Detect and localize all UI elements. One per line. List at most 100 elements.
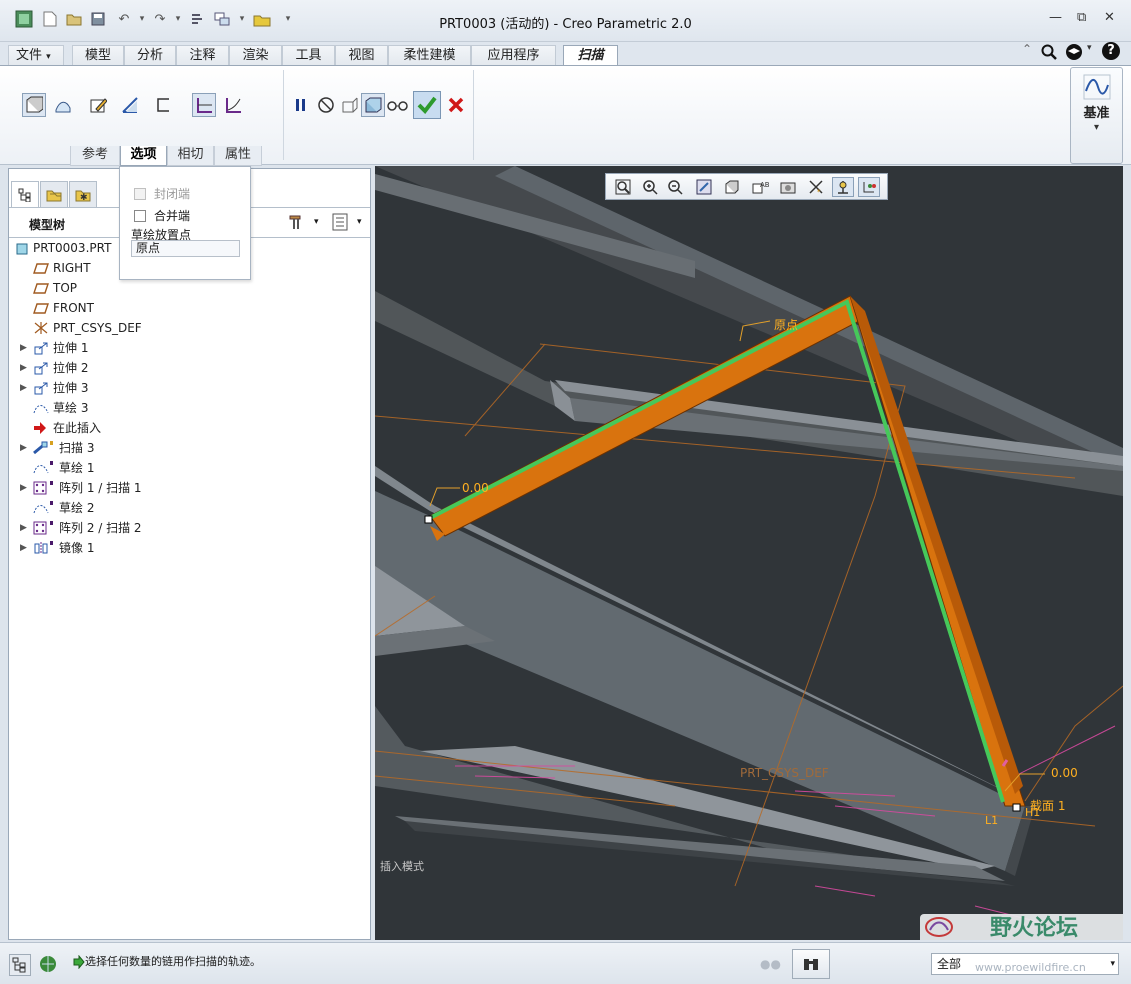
minimize-button[interactable]: —	[1049, 10, 1062, 25]
tab-sweep[interactable]: 扫描	[563, 45, 618, 67]
sketch-placement-field[interactable]: 原点	[131, 240, 240, 257]
ribbon-tab-bar: 文件 ▾ 模型 分析 注释 渲染 工具 视图 柔性建模 应用程序 扫描 ⌃ ▾ …	[0, 42, 1131, 67]
tree-item[interactable]: 草绘 2	[9, 498, 370, 518]
svg-text:✱: ✱	[80, 193, 88, 202]
no-preview-icon[interactable]	[314, 93, 338, 117]
tab-flexible-modeling[interactable]: 柔性建模	[388, 45, 471, 66]
tab-view[interactable]: 视图	[335, 45, 388, 66]
constant-section-icon[interactable]	[192, 93, 216, 117]
start-dimension[interactable]: 0.00	[462, 481, 489, 495]
favorites-tab-icon[interactable]: ✱	[69, 181, 97, 208]
tree-item[interactable]: ▶ 镜像 1	[9, 538, 370, 558]
merge-ends-checkbox[interactable]	[134, 208, 146, 222]
tree-settings-icon[interactable]	[287, 212, 307, 235]
expand-arrow-icon[interactable]: ▶	[20, 358, 27, 378]
toggle-navigator-icon[interactable]	[9, 954, 31, 976]
help-icon[interactable]: ?	[1102, 42, 1120, 60]
extrude-icon	[33, 341, 48, 355]
tab-model[interactable]: 模型	[72, 45, 124, 66]
browser-toggle-icon[interactable]	[38, 954, 60, 976]
tab-applications[interactable]: 应用程序	[471, 45, 556, 66]
show-columns-icon[interactable]	[331, 212, 349, 235]
learning-connector-icon[interactable]	[1064, 43, 1084, 64]
feature-status-marker	[50, 481, 53, 485]
subtab-properties[interactable]: 属性	[214, 146, 262, 166]
ok-button[interactable]	[413, 91, 441, 119]
expand-arrow-icon[interactable]: ▶	[20, 378, 27, 398]
navigator-panel: ✱ 模型树 ▾ ▾ PRT0003.PRT RIGHT TOP FRONT PRT_CS…	[8, 168, 371, 940]
tree-item-label: RIGHT	[53, 261, 91, 275]
repaint-icon[interactable]	[693, 177, 715, 197]
preview-geometry-icon[interactable]	[338, 93, 362, 117]
folder-browser-tab-icon[interactable]	[40, 181, 68, 208]
tree-item[interactable]: FRONT	[9, 298, 370, 318]
find-button[interactable]	[792, 949, 830, 979]
tree-item[interactable]: ▶ 拉伸 3	[9, 378, 370, 398]
maximize-button[interactable]: ⧉	[1077, 10, 1086, 25]
expand-arrow-icon[interactable]: ▶	[20, 538, 27, 558]
remove-material-icon[interactable]	[118, 93, 142, 117]
tree-item-label: 拉伸 1	[53, 341, 89, 355]
csys-label: PRT_CSYS_DEF	[740, 766, 829, 780]
expand-arrow-icon[interactable]: ▶	[20, 438, 27, 458]
watermark-url: www.proewildfire.cn	[975, 961, 1086, 974]
tree-item[interactable]: ▶ 扫描 3	[9, 438, 370, 458]
solid-sweep-icon[interactable]	[22, 93, 46, 117]
tree-item-label: 扫描 3	[59, 441, 95, 455]
trajectory-start-point	[424, 515, 433, 524]
tab-analysis[interactable]: 分析	[124, 45, 176, 66]
show-dropdown-icon[interactable]: ▾	[357, 217, 362, 227]
tree-item[interactable]: ▶ 阵列 2 / 扫描 2	[9, 518, 370, 538]
search-icon[interactable]	[1041, 44, 1057, 63]
pause-icon[interactable]	[289, 93, 313, 117]
surface-sweep-icon[interactable]	[51, 93, 75, 117]
view-manager-icon[interactable]	[777, 177, 799, 197]
thicken-sketch-icon[interactable]	[152, 93, 176, 117]
spin-center-icon[interactable]	[832, 177, 854, 197]
expand-arrow-icon[interactable]: ▶	[20, 518, 27, 538]
tab-tools[interactable]: 工具	[282, 45, 335, 66]
zoom-in-icon[interactable]	[639, 177, 661, 197]
model-tree-tab-icon[interactable]	[11, 181, 39, 208]
tree-item[interactable]: ▶ 拉伸 1	[9, 338, 370, 358]
cancel-button[interactable]	[444, 93, 468, 117]
tab-file[interactable]: 文件 ▾	[8, 45, 64, 66]
tree-item[interactable]: TOP	[9, 278, 370, 298]
collapse-ribbon-icon[interactable]: ⌃	[1022, 42, 1032, 56]
tree-item[interactable]: 在此插入	[9, 418, 370, 438]
preview-feature-icon[interactable]	[361, 93, 385, 117]
learning-dropdown-icon[interactable]: ▾	[1087, 43, 1092, 53]
close-button[interactable]: ✕	[1104, 10, 1115, 25]
verify-mode-icon[interactable]	[386, 93, 410, 117]
display-style-icon[interactable]	[721, 177, 743, 197]
expand-arrow-icon[interactable]: ▶	[20, 338, 27, 358]
tree-item[interactable]: 草绘 1	[9, 458, 370, 478]
tree-item[interactable]: ▶ 阵列 1 / 扫描 1	[9, 478, 370, 498]
variable-section-icon[interactable]	[221, 93, 245, 117]
seal-ends-checkbox[interactable]	[134, 186, 146, 200]
graphics-viewport[interactable]: 原点 0.00 0.00 截面 1 PRT_CSYS_DEF H1 L1 插入模…	[375, 166, 1123, 940]
ribbon-separator	[473, 70, 474, 160]
datum-curve-icon	[1083, 74, 1111, 103]
tree-item[interactable]: 草绘 3	[9, 398, 370, 418]
tab-annotate[interactable]: 注释	[176, 45, 229, 66]
tree-item-label: 阵列 1 / 扫描 1	[59, 481, 142, 495]
end-dimension[interactable]: 0.00	[1051, 766, 1078, 780]
tree-item[interactable]: ▶ 拉伸 2	[9, 358, 370, 378]
part-icon	[15, 241, 30, 255]
subtab-references[interactable]: 参考	[70, 146, 120, 166]
tree-settings-dropdown-icon[interactable]: ▾	[314, 217, 319, 227]
saved-orientations-icon[interactable]: AB	[749, 177, 771, 197]
subtab-options[interactable]: 选项	[120, 146, 167, 166]
zoom-out-icon[interactable]	[664, 177, 686, 197]
subtab-tangency[interactable]: 相切	[167, 146, 214, 166]
datum-display-icon[interactable]: *	[806, 177, 828, 197]
datum-group-button[interactable]: 基准 ▾	[1070, 67, 1123, 164]
refit-icon[interactable]	[612, 177, 634, 197]
expand-arrow-icon[interactable]: ▶	[20, 478, 27, 498]
annotation-display-icon[interactable]	[858, 177, 880, 197]
tree-item[interactable]: PRT_CSYS_DEF	[9, 318, 370, 338]
tab-render[interactable]: 渲染	[229, 45, 282, 66]
mode-text: 插入模式	[380, 860, 424, 873]
sketch-section-icon[interactable]	[86, 93, 110, 117]
